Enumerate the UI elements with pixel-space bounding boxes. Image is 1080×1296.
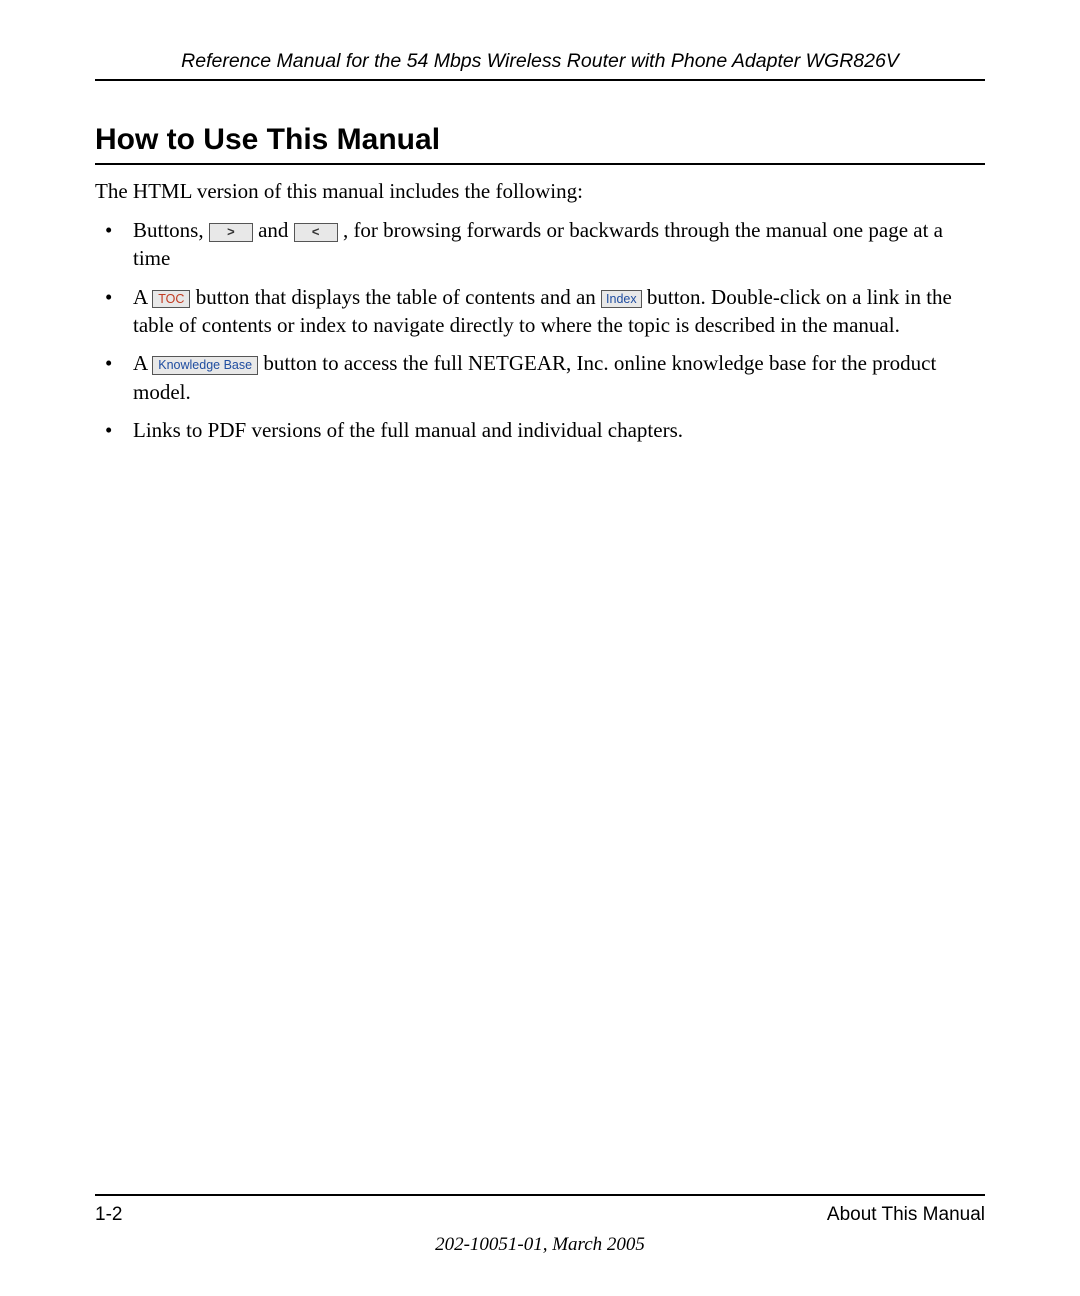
footer-section-name: About This Manual (827, 1204, 985, 1226)
index-button-icon: Index (601, 290, 642, 309)
text-fragment: and (253, 218, 294, 242)
back-button-icon: < (294, 223, 338, 242)
page-footer: 1-2 About This Manual 202-10051-01, Marc… (95, 1194, 985, 1256)
text-fragment: button that displays the table of conten… (190, 285, 601, 309)
text-fragment: Buttons, (133, 218, 209, 242)
list-item: A TOC button that displays the table of … (95, 283, 985, 340)
text-fragment: A (133, 285, 152, 309)
knowledge-base-button-icon: Knowledge Base (152, 356, 258, 375)
footer-page-number: 1-2 (95, 1204, 122, 1226)
toc-button-icon: TOC (152, 290, 190, 309)
list-item: Buttons, > and < , for browsing forwards… (95, 216, 985, 273)
footer-document-id: 202-10051-01, March 2005 (95, 1234, 985, 1256)
bullet-list: Buttons, > and < , for browsing forwards… (95, 216, 985, 444)
list-item: A Knowledge Base button to access the fu… (95, 349, 985, 406)
text-fragment: A (133, 351, 152, 375)
forward-button-icon: > (209, 223, 253, 242)
list-item: Links to PDF versions of the full manual… (95, 416, 985, 444)
section-heading: How to Use This Manual (95, 123, 985, 165)
section-intro: The HTML version of this manual includes… (95, 179, 985, 204)
page-header-title: Reference Manual for the 54 Mbps Wireles… (95, 50, 985, 81)
text-fragment: Links to PDF versions of the full manual… (133, 418, 683, 442)
